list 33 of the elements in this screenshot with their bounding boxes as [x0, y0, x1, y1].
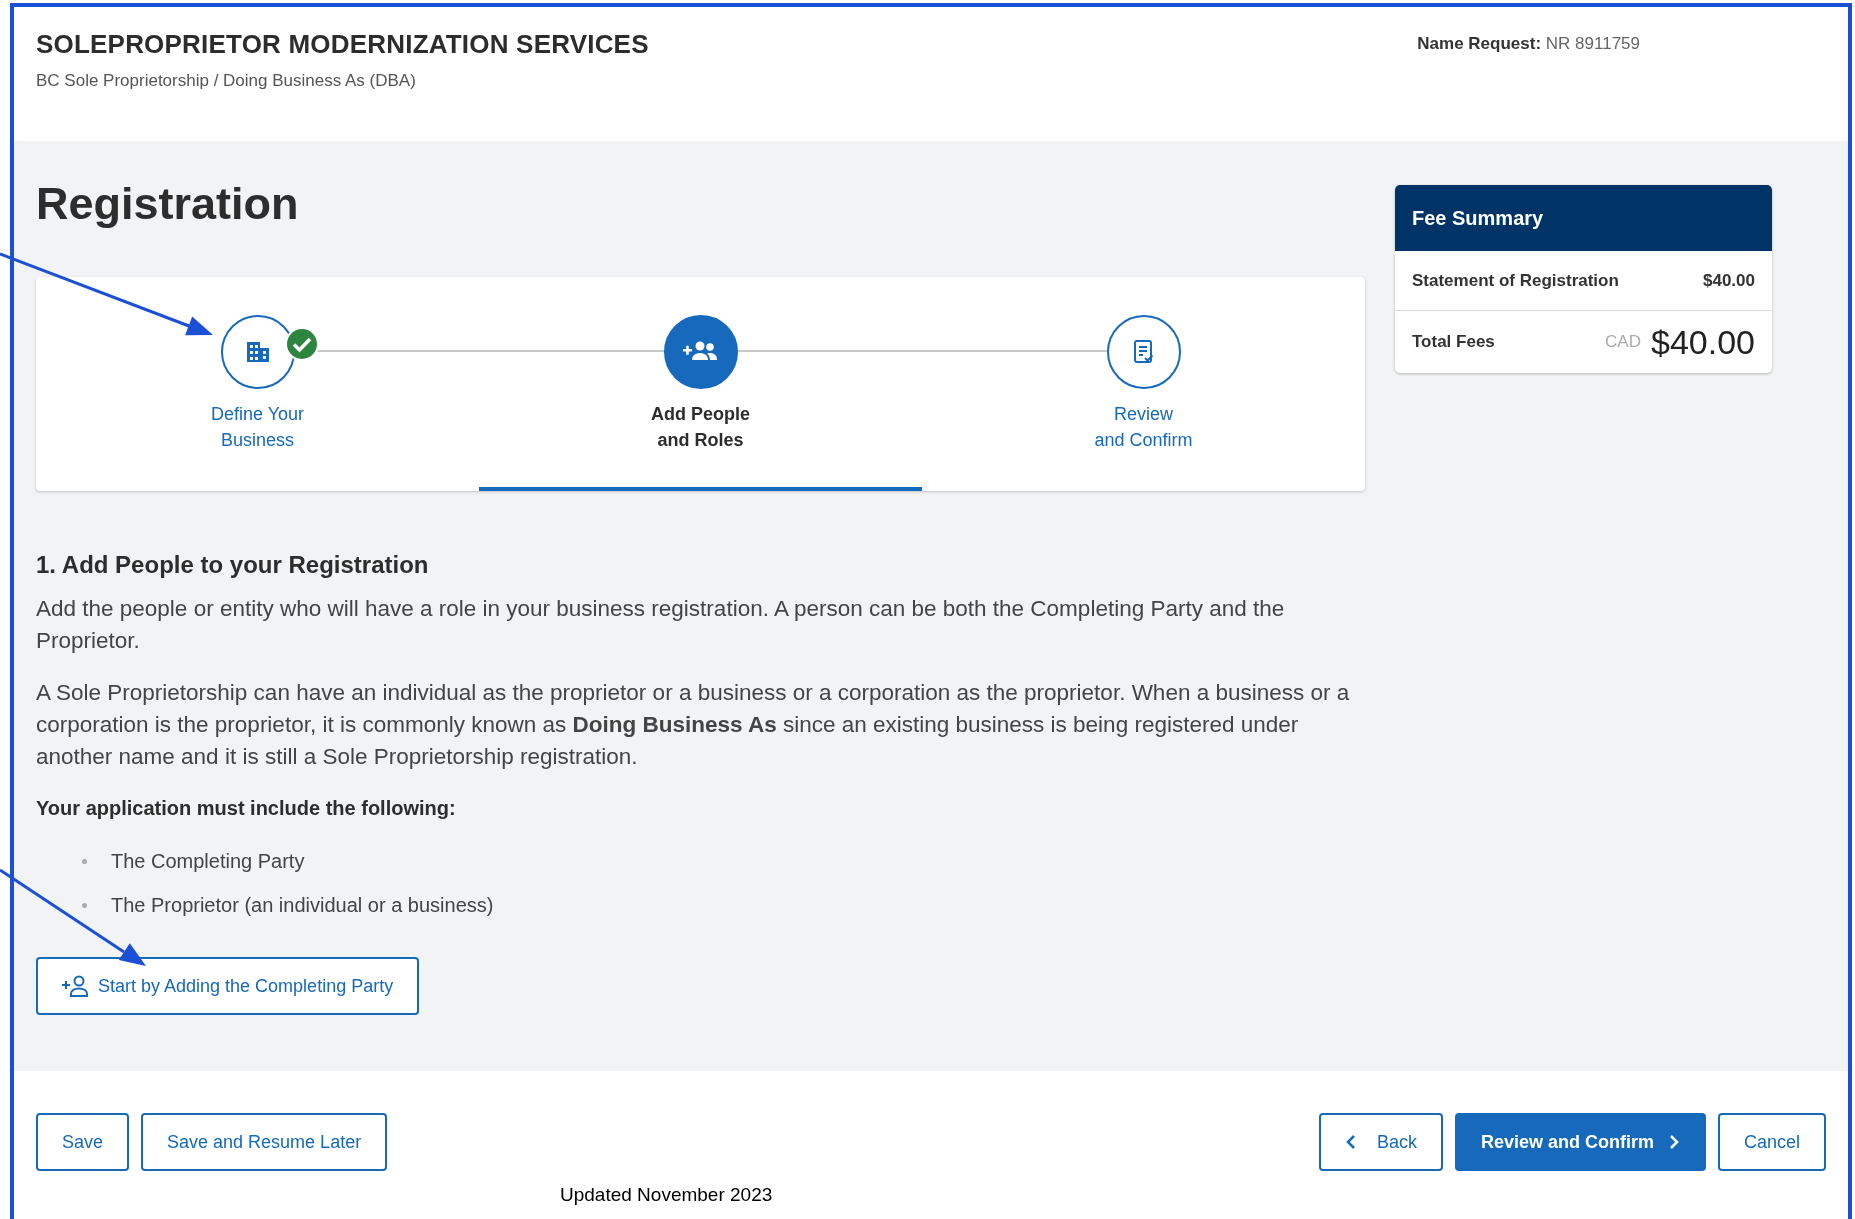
app-title: SOLEPROPRIETOR MODERNIZATION SERVICES: [36, 28, 649, 61]
bullet-icon: [82, 858, 87, 864]
add-completing-party-button[interactable]: Start by Adding the Completing Party: [36, 957, 420, 1015]
footer-button[interactable]: Save: [36, 1113, 130, 1171]
body-paragraph: Add the people or entity who will have a role in your business registration. A person can be both the Completing Party and the Proprietor.: [36, 595, 1286, 655]
step-label[interactable]: Add People and Roles: [651, 401, 750, 453]
page-title: Registration: [36, 177, 300, 231]
currency-label: CAD: [1605, 331, 1641, 354]
bullet-icon: [82, 902, 87, 908]
review-and-confirm-button[interactable]: Review and Confirm: [1454, 1113, 1706, 1171]
total-amount: $40.00: [1651, 321, 1755, 363]
back-button[interactable]: Back: [1318, 1113, 1443, 1171]
name-request: Name Request: NR 8911759: [1417, 33, 1640, 55]
requirement-item: The Proprietor (an individual or a business): [111, 893, 494, 918]
fee-summary-title: Fee Summary: [1395, 185, 1772, 251]
cancel-button[interactable]: Cancel: [1717, 1113, 1826, 1171]
requirements-heading: Your application must include the following:: [36, 796, 457, 821]
requirement-item: The Completing Party: [111, 849, 305, 874]
chevron-right-icon: [1667, 1134, 1680, 1150]
add-person-icon: [62, 975, 90, 997]
step-label[interactable]: Define Your Business: [210, 401, 305, 453]
updated-note: Updated November 2023: [560, 1183, 773, 1207]
app-subtitle: BC Sole Proprietorship / Doing Business As (DBA): [36, 70, 417, 92]
fee-amount: $40.00: [1703, 269, 1755, 292]
fee-label: Statement of Registration: [1412, 269, 1619, 292]
footer-button[interactable]: Save and Resume Later: [141, 1113, 388, 1171]
building-icon: [244, 340, 271, 364]
body-paragraph: A Sole Proprietorship can have an individual as the proprietor or a business or a corporation as the proprietor. When a business or a corporation is the proprietor, it is commonly known as Doing Business As since an existing business is being registered under another name and it is still a Sole Proprietorship registration.: [36, 679, 1351, 771]
document-check-icon: [1131, 339, 1156, 365]
chevron-left-icon: [1344, 1134, 1357, 1150]
total-label: Total Fees: [1412, 331, 1495, 354]
section-heading: 1. Add People to your Registration: [36, 550, 430, 580]
step-label[interactable]: Review and Confirm: [1094, 401, 1193, 453]
